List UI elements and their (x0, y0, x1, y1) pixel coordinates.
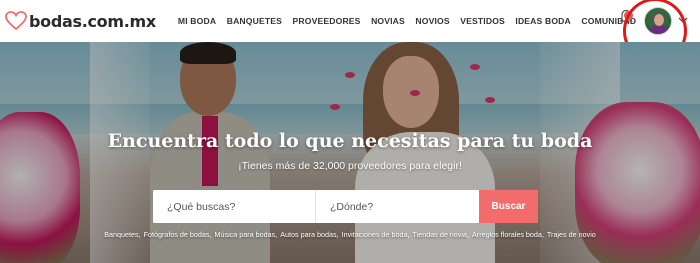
quick-link[interactable]: Invitaciones de boda (342, 230, 408, 239)
separator: , (336, 230, 339, 239)
heart-logo-icon (5, 11, 27, 31)
avatar-face-shape (654, 14, 664, 26)
quick-link[interactable]: Autos para bodas (280, 230, 336, 239)
location-input[interactable] (316, 190, 479, 223)
hero-section: Encuentra todo lo que necesitas para tu … (0, 42, 700, 263)
separator: , (467, 230, 469, 239)
avatar-body-shape (649, 25, 669, 34)
separator: , (209, 230, 212, 239)
quick-link[interactable]: Música para bodas (215, 230, 276, 239)
quick-link[interactable]: Banquetes (104, 230, 138, 239)
user-avatar[interactable] (644, 7, 672, 35)
quick-link[interactable]: Arreglos florales boda (472, 230, 542, 239)
brand-name: bodas.com.mx (29, 11, 156, 31)
quick-link[interactable]: Trajes de novio (547, 230, 596, 239)
separator: , (138, 230, 141, 239)
quick-link[interactable]: Tiendas de novia (413, 230, 467, 239)
hero-title: Encuentra todo lo que necesitas para tu … (107, 130, 593, 152)
search-input[interactable] (153, 190, 316, 223)
separator: , (407, 230, 410, 239)
nav-item-mi-boda[interactable]: MI BODA (178, 16, 216, 26)
top-header: bodas.com.mx MI BODA BANQUETES PROVEEDOR… (0, 0, 700, 42)
nav-item-novias[interactable]: NOVIAS (371, 16, 405, 26)
site-logo[interactable]: bodas.com.mx (5, 0, 156, 42)
hero-subtitle: ¡Tienes más de 32,000 proveedores para e… (238, 160, 462, 172)
main-nav: MI BODA BANQUETES PROVEEDORES NOVIAS NOV… (178, 0, 647, 42)
search-bar: Buscar (153, 190, 538, 223)
notification-badge (624, 11, 633, 20)
quick-links: Banquetes, Fotógrafos de bodas, Música p… (0, 230, 700, 239)
quick-link[interactable]: Fotógrafos de bodas (144, 230, 210, 239)
nav-item-vestidos[interactable]: VESTIDOS (460, 16, 505, 26)
nav-item-novios[interactable]: NOVIOS (415, 16, 449, 26)
chevron-down-icon[interactable] (678, 16, 688, 24)
nav-item-proveedores[interactable]: PROVEEDORES (293, 16, 361, 26)
search-button[interactable]: Buscar (479, 190, 538, 223)
separator: , (541, 230, 544, 239)
nav-item-ideas-boda[interactable]: IDEAS BODA (515, 16, 570, 26)
separator: , (275, 230, 278, 239)
nav-item-banquetes[interactable]: BANQUETES (227, 16, 282, 26)
